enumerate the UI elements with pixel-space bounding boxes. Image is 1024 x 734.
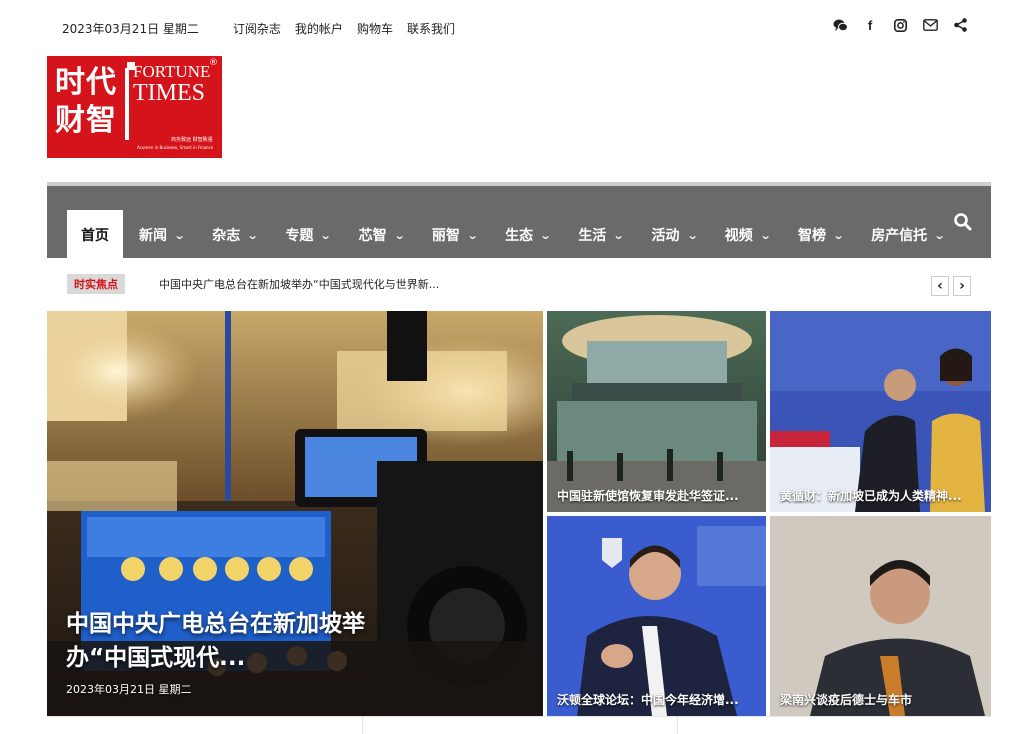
chevron-down-icon: ⌄ — [759, 228, 772, 242]
subscribe-link[interactable]: 订阅杂志 — [233, 20, 281, 37]
cart-link[interactable]: 购物车 — [357, 20, 393, 37]
embassy-article-image — [547, 311, 766, 512]
lawrence-wong-article-image — [770, 311, 991, 512]
wechat-icon[interactable] — [832, 17, 848, 33]
featured-article[interactable]: 中国中央广电总台在新加坡举办“中国式现代... 2023年03月21日 星期二 — [47, 311, 543, 716]
nav-item-topics[interactable]: 专题 ⌄ — [273, 210, 342, 260]
news-ticker: 时实焦点 中国中央广电总台在新加坡举办“中国式现代化与世界新... ‹ › — [47, 262, 991, 308]
tile-caption[interactable]: 黄循财：新加坡已成为人类精神... — [780, 487, 962, 504]
social-icons: f — [832, 17, 968, 33]
chevron-down-icon: ⌄ — [933, 228, 946, 242]
chevron-down-icon: ⌄ — [393, 228, 406, 242]
chevron-down-icon: ⌄ — [686, 228, 699, 242]
chevron-down-icon: ⌄ — [539, 228, 552, 242]
tile-caption[interactable]: 中国驻新使馆恢复审发赴华签证... — [557, 487, 739, 504]
article-tile-taxi[interactable]: 梁南兴谈疫后德士与车市 — [770, 516, 991, 716]
nav-item-lizhi[interactable]: 丽智 ⌄ — [420, 210, 489, 260]
nav-item-events[interactable]: 活动 ⌄ — [640, 210, 709, 260]
share-icon[interactable] — [952, 17, 968, 33]
facebook-icon[interactable]: f — [862, 17, 878, 33]
featured-date: 2023年03月21日 星期二 — [66, 683, 192, 696]
contact-link[interactable]: 联系我们 — [407, 20, 455, 37]
chevron-down-icon: ⌄ — [246, 228, 259, 242]
site-logo[interactable]: 时代 财智 FORTUNE TIMES ® 商务致远 财智致强 Acumen i… — [47, 56, 222, 158]
nav-item-video[interactable]: 视频 ⌄ — [713, 210, 782, 260]
wharton-forum-article-image — [547, 516, 766, 716]
nav-item-life[interactable]: 生活 ⌄ — [566, 210, 635, 260]
tile-caption[interactable]: 梁南兴谈疫后德士与车市 — [780, 691, 912, 708]
featured-title[interactable]: 中国中央广电总台在新加坡举办“中国式现代... — [66, 607, 426, 675]
logo-tagline-en: Acumen in Business, Smart in Finance — [137, 145, 214, 150]
ticker-prev-button[interactable]: ‹ — [931, 276, 949, 296]
taxi-interview-article-image — [770, 516, 991, 716]
logo-tagline-cn: 商务致远 财智致强 — [171, 137, 213, 143]
logo-chinese-text: 时代 财智 — [55, 65, 117, 138]
current-date: 2023年03月21日 星期二 — [62, 21, 199, 36]
chevron-down-icon: ⌄ — [832, 228, 845, 242]
instagram-icon[interactable] — [892, 17, 908, 33]
ticker-next-button[interactable]: › — [953, 276, 971, 296]
main-navigation: 首页 新闻 ⌄ 杂志 ⌄ 专题 ⌄ 芯智 ⌄ 丽智 ⌄ 生态 ⌄ 生活 ⌄ 活动 ⌄ 视频 ⌄ 智… — [47, 182, 991, 260]
logo-divider — [125, 68, 129, 140]
nav-item-home[interactable]: 首页 — [67, 210, 123, 260]
top-bar: 2023年03月21日 星期二 订阅杂志 我的帐户 购物车 联系我们 — [62, 18, 469, 38]
nav-item-news[interactable]: 新闻 ⌄ — [127, 210, 196, 260]
ticker-badge: 时实焦点 — [67, 274, 125, 294]
article-tile-lawrence-wong[interactable]: 黄循财：新加坡已成为人类精神... — [770, 311, 991, 512]
article-tile-wharton[interactable]: 沃顿全球论坛：中国今年经济增... — [547, 516, 766, 716]
email-icon[interactable] — [922, 17, 938, 33]
chevron-down-icon: ⌄ — [173, 228, 186, 242]
chevron-down-icon: ⌄ — [320, 228, 333, 242]
nav-item-property[interactable]: 房产信托 ⌄ — [859, 210, 956, 260]
nav-item-magazine[interactable]: 杂志 ⌄ — [200, 210, 269, 260]
section-divider — [47, 716, 991, 734]
nav-menu: 首页 新闻 ⌄ 杂志 ⌄ 专题 ⌄ 芯智 ⌄ 丽智 ⌄ 生态 ⌄ 生活 ⌄ 活动 ⌄ 视频 ⌄ 智… — [67, 210, 960, 260]
ticker-headline[interactable]: 中国中央广电总台在新加坡举办“中国式现代化与世界新... — [159, 276, 439, 292]
search-icon[interactable] — [953, 212, 973, 232]
nav-item-chip[interactable]: 芯智 ⌄ — [347, 210, 416, 260]
chevron-down-icon: ⌄ — [466, 228, 479, 242]
my-account-link[interactable]: 我的帐户 — [295, 20, 343, 37]
logo-times-text: TIMES — [133, 80, 205, 106]
chevron-down-icon: ⌄ — [612, 228, 625, 242]
article-tile-embassy[interactable]: 中国驻新使馆恢复审发赴华签证... — [547, 311, 766, 512]
nav-item-rankings[interactable]: 智榜 ⌄ — [786, 210, 855, 260]
logo-fortune-text: FORTUNE — [133, 62, 211, 81]
tile-caption[interactable]: 沃顿全球论坛：中国今年经济增... — [557, 691, 739, 708]
nav-item-ecology[interactable]: 生态 ⌄ — [493, 210, 562, 260]
logo-registered-mark: ® — [209, 58, 218, 68]
